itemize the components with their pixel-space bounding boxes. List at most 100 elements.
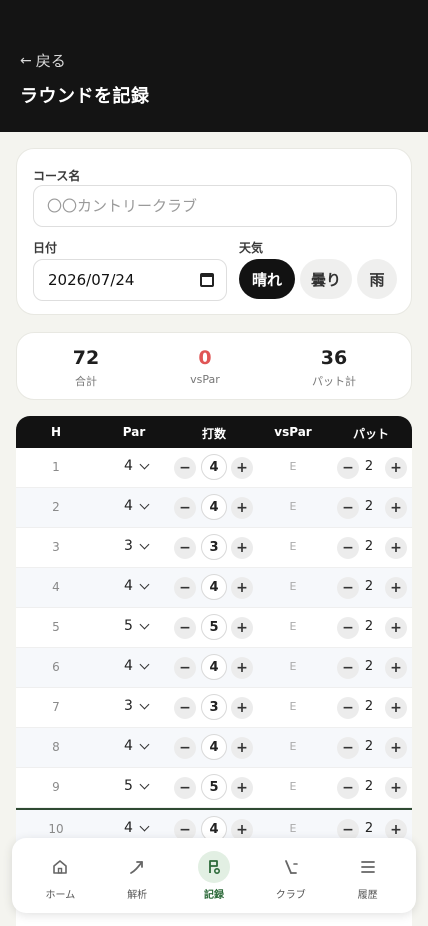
weather-cloudy-button[interactable]: 曇り: [300, 259, 352, 299]
vspar-cell: E: [289, 740, 297, 753]
table-row: 6 4 − 4 + E − 2 +: [16, 648, 412, 688]
putts-plus-button[interactable]: +: [385, 617, 407, 639]
score-plus-button[interactable]: +: [231, 777, 253, 799]
putts-minus-button[interactable]: −: [337, 697, 359, 719]
par-select[interactable]: 4: [124, 820, 150, 836]
score-plus-button[interactable]: +: [231, 537, 253, 559]
course-name-input[interactable]: [33, 185, 397, 227]
hole-number: 1: [52, 460, 60, 474]
score-plus-button[interactable]: +: [231, 657, 253, 679]
flag-icon: [197, 850, 230, 883]
score-plus-button[interactable]: +: [231, 457, 253, 479]
putts-value: 2: [364, 539, 374, 554]
chevron-down-icon: [139, 779, 150, 789]
score-minus-button[interactable]: −: [174, 737, 196, 759]
score-value: 4: [201, 574, 227, 600]
hole-number: 3: [52, 540, 60, 554]
hole-number: 6: [52, 660, 60, 674]
score-minus-button[interactable]: −: [174, 617, 196, 639]
table-body: 1 4 − 4 + E − 2 + 2 4 − 4 + E − 2 + 3 3 …: [16, 448, 412, 848]
putts-total-value: 36: [320, 347, 348, 369]
table-row: 1 4 − 4 + E − 2 +: [16, 448, 412, 488]
table-row: 7 3 − 3 + E − 2 +: [16, 688, 412, 728]
summary-vspar: 0 vsPar: [145, 347, 265, 386]
putts-minus-button[interactable]: −: [337, 457, 359, 479]
calendar-icon[interactable]: [200, 273, 214, 287]
par-select[interactable]: 4: [124, 738, 150, 754]
vspar-cell: E: [289, 540, 297, 553]
putts-plus-button[interactable]: +: [385, 657, 407, 679]
score-plus-button[interactable]: +: [231, 697, 253, 719]
back-button[interactable]: ← 戻る: [20, 50, 66, 71]
chevron-down-icon: [139, 459, 150, 469]
score-value: 3: [201, 694, 227, 720]
putts-plus-button[interactable]: +: [385, 777, 407, 799]
score-value: 3: [201, 534, 227, 560]
weather-label: 天気: [239, 241, 264, 255]
vspar-cell: E: [289, 620, 297, 633]
putts-plus-button[interactable]: +: [385, 497, 407, 519]
chevron-down-icon: [139, 821, 150, 831]
putts-value: 2: [364, 459, 374, 474]
putts-plus-button[interactable]: +: [385, 697, 407, 719]
chevron-down-icon: [139, 699, 150, 709]
par-select[interactable]: 4: [124, 658, 150, 674]
putts-plus-button[interactable]: +: [385, 577, 407, 599]
par-select[interactable]: 4: [124, 498, 150, 514]
bottom-nav: ホーム 解析 記録 クラブ 履歴: [12, 838, 416, 913]
vspar-cell: E: [289, 700, 297, 713]
putts-minus-button[interactable]: −: [337, 657, 359, 679]
nav-analysis[interactable]: 解析: [107, 851, 167, 901]
score-plus-button[interactable]: +: [231, 577, 253, 599]
par-select[interactable]: 5: [124, 618, 150, 634]
score-minus-button[interactable]: −: [174, 577, 196, 599]
score-value: 4: [201, 734, 227, 760]
score-minus-button[interactable]: −: [174, 457, 196, 479]
weather-sunny-button[interactable]: 晴れ: [239, 259, 295, 299]
vspar-cell: E: [289, 460, 297, 473]
putts-value: 2: [364, 499, 374, 514]
putts-minus-button[interactable]: −: [337, 617, 359, 639]
score-minus-button[interactable]: −: [174, 777, 196, 799]
par-select[interactable]: 4: [124, 578, 150, 594]
nav-clubs[interactable]: クラブ: [261, 851, 321, 901]
putts-minus-button[interactable]: −: [337, 777, 359, 799]
putts-minus-button[interactable]: −: [337, 737, 359, 759]
nav-home-label: ホーム: [45, 889, 76, 901]
putts-minus-button[interactable]: −: [337, 497, 359, 519]
par-select[interactable]: 4: [124, 458, 150, 474]
summary-total: 72 合計: [26, 347, 146, 389]
score-plus-button[interactable]: +: [231, 617, 253, 639]
putts-plus-button[interactable]: +: [385, 737, 407, 759]
par-select[interactable]: 3: [124, 698, 150, 714]
date-input[interactable]: 2026/07/24: [33, 259, 227, 301]
vspar-cell: E: [289, 822, 297, 835]
putts-minus-button[interactable]: −: [337, 577, 359, 599]
par-select[interactable]: 5: [124, 778, 150, 794]
nav-record[interactable]: 記録: [184, 850, 244, 901]
putts-value: 2: [364, 739, 374, 754]
putts-value: 2: [364, 821, 374, 836]
par-value: 4: [124, 458, 133, 474]
putts-minus-button[interactable]: −: [337, 537, 359, 559]
score-minus-button[interactable]: −: [174, 657, 196, 679]
score-plus-button[interactable]: +: [231, 737, 253, 759]
score-value: 4: [201, 654, 227, 680]
hole-number: 7: [52, 700, 60, 714]
total-label: 合計: [75, 375, 97, 388]
club-icon: [275, 851, 307, 883]
nav-home[interactable]: ホーム: [30, 851, 90, 901]
score-minus-button[interactable]: −: [174, 497, 196, 519]
summary-card: 72 合計 0 vsPar 36 パット計: [16, 332, 412, 400]
putts-plus-button[interactable]: +: [385, 537, 407, 559]
weather-rain-button[interactable]: 雨: [357, 259, 397, 299]
table-row: 9 5 − 5 + E − 2 +: [16, 768, 412, 808]
putts-plus-button[interactable]: +: [385, 457, 407, 479]
score-plus-button[interactable]: +: [231, 497, 253, 519]
score-minus-button[interactable]: −: [174, 697, 196, 719]
nav-history[interactable]: 履歴: [338, 851, 398, 901]
par-value: 4: [124, 820, 133, 836]
score-minus-button[interactable]: −: [174, 537, 196, 559]
putts-value: 2: [364, 619, 374, 634]
par-select[interactable]: 3: [124, 538, 150, 554]
